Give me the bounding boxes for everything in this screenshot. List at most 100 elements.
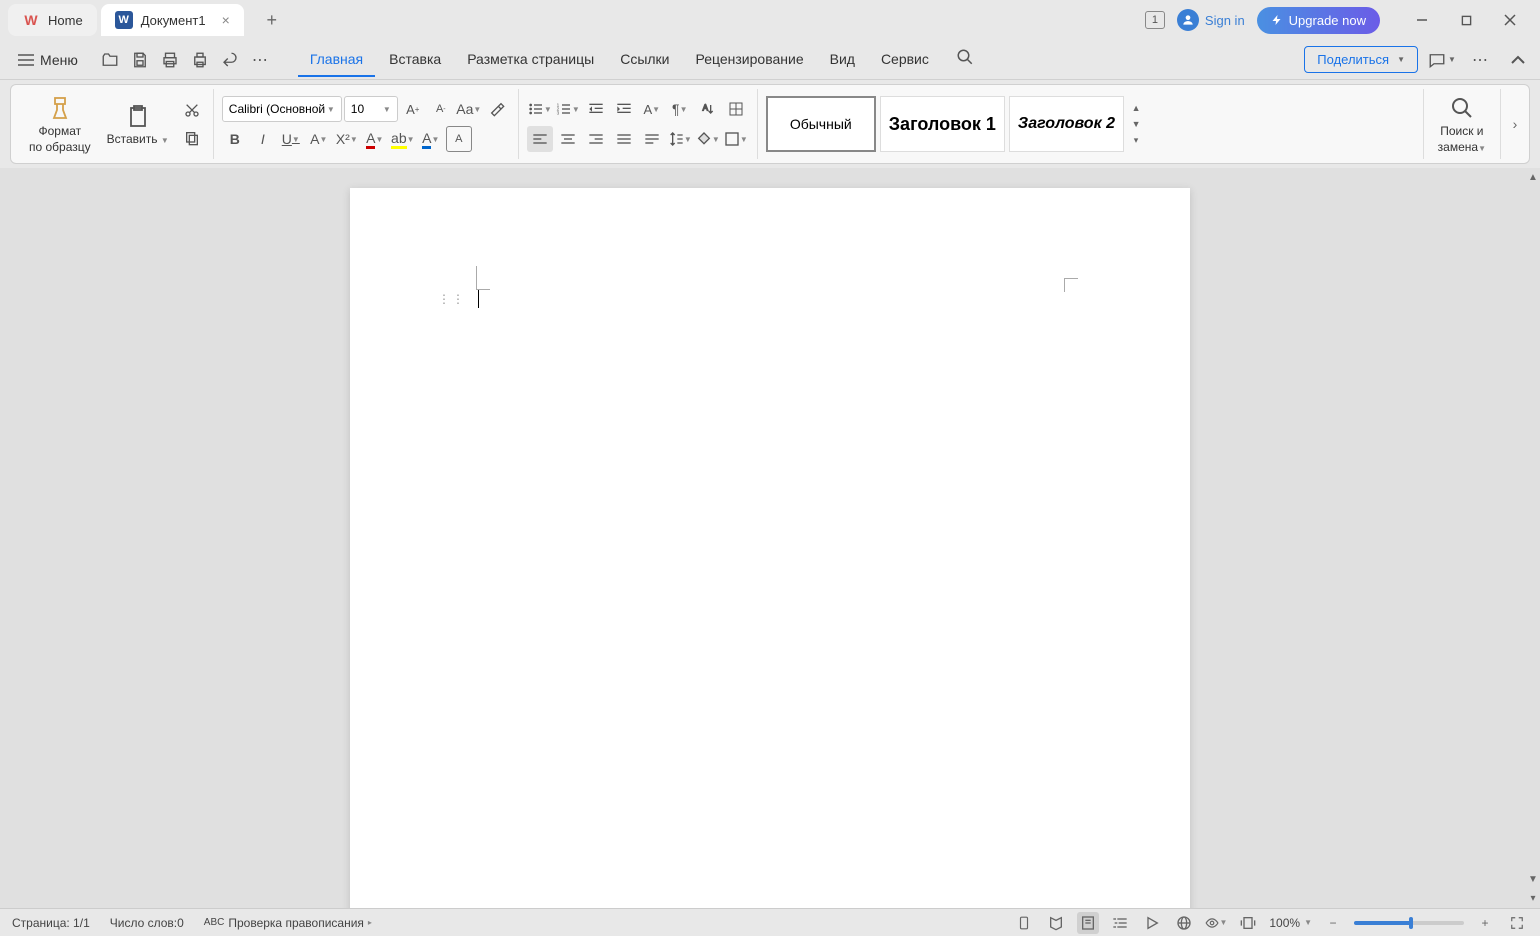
upgrade-button[interactable]: Upgrade now [1257, 7, 1380, 34]
new-tab-button[interactable]: + [256, 4, 288, 36]
style-heading1[interactable]: Заголовок 1 [880, 96, 1005, 152]
text-effects-button[interactable]: A▼ [639, 96, 665, 122]
undo-button[interactable] [216, 46, 244, 74]
eye-button[interactable]: ▼ [1205, 912, 1227, 934]
text-direction-button[interactable]: A [695, 96, 721, 122]
zoom-out-button[interactable]: − [1322, 912, 1344, 934]
scroll-up-button[interactable]: ▲ [1524, 168, 1540, 187]
scroll-page-down-button[interactable]: ▾ [1526, 889, 1539, 908]
fullscreen-button[interactable] [1506, 912, 1528, 934]
borders-button[interactable]: ▼ [723, 126, 749, 152]
align-right-button[interactable] [583, 126, 609, 152]
fit-page-button[interactable] [1237, 912, 1259, 934]
tab-document1[interactable]: W Документ1 × [101, 4, 244, 36]
margin-marker-tr [1064, 278, 1078, 292]
line-spacing-button[interactable]: ▼ [667, 126, 693, 152]
character-border-button[interactable]: A [446, 126, 472, 152]
page-1[interactable]: ⋮⋮ [350, 188, 1190, 908]
style-heading2[interactable]: Заголовок 2 [1009, 96, 1124, 152]
share-button[interactable]: Поделиться ▼ [1304, 46, 1418, 73]
tab-insert[interactable]: Вставка [377, 43, 453, 77]
tab-links[interactable]: Ссылки [608, 43, 681, 77]
bold-button[interactable]: B [222, 126, 248, 152]
shading-button[interactable]: ▼ [695, 126, 721, 152]
more-options-button[interactable]: ⋯ [1466, 46, 1494, 74]
menu-button[interactable]: Меню [8, 48, 88, 72]
show-formatting-button[interactable]: ¶▼ [667, 96, 693, 122]
ribbon-overflow-button[interactable]: › [1505, 89, 1525, 159]
view-print-layout-button[interactable] [1077, 912, 1099, 934]
paragraph-drag-handle[interactable]: ⋮⋮ [438, 292, 466, 306]
tab-review[interactable]: Рецензирование [684, 43, 816, 77]
decrease-indent-button[interactable] [583, 96, 609, 122]
styles-scroll-down[interactable]: ▼ [1128, 117, 1144, 131]
increase-font-button[interactable]: A+ [400, 96, 426, 122]
maximize-button[interactable] [1444, 4, 1488, 36]
zoom-level[interactable]: 100% ▼ [1269, 916, 1312, 930]
word-count[interactable]: Число слов:0 [110, 916, 184, 930]
styles-expand[interactable]: ▾ [1128, 133, 1144, 147]
save-button[interactable] [126, 46, 154, 74]
print-preview-button[interactable] [156, 46, 184, 74]
language-button[interactable] [1173, 912, 1195, 934]
close-tab-icon[interactable]: × [222, 12, 230, 28]
close-window-button[interactable] [1488, 4, 1532, 36]
zoom-in-button[interactable]: + [1474, 912, 1496, 934]
open-file-button[interactable] [96, 46, 124, 74]
superscript-button[interactable]: X²▼ [334, 126, 360, 152]
tab-view[interactable]: Вид [818, 43, 867, 77]
view-web-button[interactable] [1141, 912, 1163, 934]
spellcheck-status[interactable]: ABC Проверка правописания ▸ [204, 916, 372, 930]
notification-badge[interactable]: 1 [1145, 11, 1165, 29]
font-color-button[interactable]: A▼ [362, 126, 388, 152]
bullets-button[interactable]: ▼ [527, 96, 553, 122]
highlight-button[interactable]: ab▼ [390, 126, 416, 152]
view-read-button[interactable] [1045, 912, 1067, 934]
view-outline-button[interactable] [1109, 912, 1131, 934]
numbering-button[interactable]: 123▼ [555, 96, 581, 122]
comments-button[interactable]: ▼ [1428, 46, 1456, 74]
clear-formatting-button[interactable] [484, 96, 510, 122]
zoom-slider[interactable] [1354, 921, 1464, 925]
font-size-select[interactable]: 10▼ [344, 96, 398, 122]
text-highlight-button[interactable]: A▼ [418, 126, 444, 152]
style-normal[interactable]: Обычный [766, 96, 876, 152]
styles-group: Обычный Заголовок 1 Заголовок 2 ▲ ▼ ▾ [758, 89, 1424, 159]
find-replace-button[interactable]: Поиск и замена▼ [1432, 90, 1492, 159]
format-painter-button[interactable]: Формат по образцу [23, 90, 97, 159]
distribute-button[interactable] [639, 126, 665, 152]
italic-button[interactable]: I [250, 126, 276, 152]
tab-tools[interactable]: Сервис [869, 43, 941, 77]
font-family-select[interactable]: Calibri (Основной▼ [222, 96, 342, 122]
zoom-thumb[interactable] [1409, 917, 1413, 929]
align-center-button[interactable] [555, 126, 581, 152]
format-painter-icon [46, 94, 74, 122]
search-ribbon-button[interactable] [951, 43, 979, 71]
more-qat-button[interactable]: ⋯ [246, 46, 274, 74]
scroll-down-button[interactable]: ▼ [1524, 870, 1540, 889]
strikethrough-button[interactable]: A▼ [306, 126, 332, 152]
vertical-scrollbar[interactable]: ▲ ▼ ▾ [1526, 168, 1540, 908]
align-justify-button[interactable] [611, 126, 637, 152]
view-phone-button[interactable] [1013, 912, 1035, 934]
minimize-button[interactable] [1400, 4, 1444, 36]
asian-layout-button[interactable] [723, 96, 749, 122]
underline-button[interactable]: U▼ [278, 126, 304, 152]
style-gallery: Обычный Заголовок 1 Заголовок 2 ▲ ▼ ▾ [766, 96, 1144, 152]
tab-home[interactable]: W Home [8, 4, 97, 36]
print-button[interactable] [186, 46, 214, 74]
document-canvas[interactable]: ⋮⋮ ▲ ▼ ▾ [0, 168, 1540, 908]
increase-indent-button[interactable] [611, 96, 637, 122]
paste-button[interactable]: Вставить ▼ [101, 98, 175, 150]
decrease-font-button[interactable]: A- [428, 96, 454, 122]
tab-layout[interactable]: Разметка страницы [455, 43, 606, 77]
tab-home-ribbon[interactable]: Главная [298, 43, 375, 77]
cut-button[interactable] [179, 97, 205, 123]
align-left-button[interactable] [527, 126, 553, 152]
page-indicator[interactable]: Страница: 1/1 [12, 916, 90, 930]
signin-button[interactable]: Sign in [1177, 9, 1245, 31]
styles-scroll-up[interactable]: ▲ [1128, 101, 1144, 115]
collapse-ribbon-button[interactable] [1504, 46, 1532, 74]
copy-button[interactable] [179, 125, 205, 151]
change-case-button[interactable]: Aa▼ [456, 96, 482, 122]
